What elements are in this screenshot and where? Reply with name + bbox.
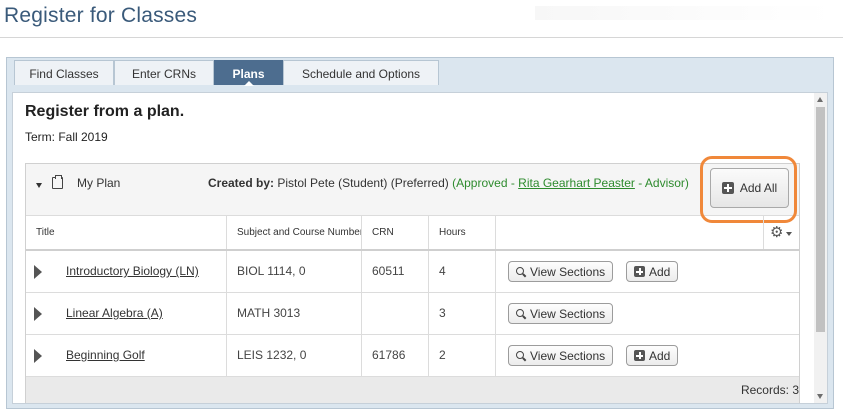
created-by-value: Pistol Pete (Student) (Preferred) (277, 176, 449, 190)
plan-created-by: Created by: Pistol Pete (Student) (Prefe… (208, 176, 689, 190)
section-title: Register from a plan. (25, 103, 185, 120)
column-header-subject[interactable]: Subject and Course Number (227, 216, 362, 250)
plus-icon (634, 266, 645, 277)
column-header-hours[interactable]: Hours (429, 216, 496, 250)
tab-enter-crns[interactable]: Enter CRNs (114, 60, 214, 85)
add-all-label: Add All (739, 181, 778, 195)
cell-hours: 4 (429, 251, 496, 292)
approval-status: (Approved - Rita Gearhart Peaster - Advi… (452, 176, 689, 190)
search-icon (516, 350, 526, 361)
tab-label: Enter CRNs (131, 67, 196, 81)
cell-hours: 3 (429, 293, 496, 334)
term-label: Term: Fall 2019 (25, 130, 108, 144)
column-header-crn[interactable]: CRN (362, 216, 429, 250)
add-button[interactable]: Add (626, 345, 679, 366)
cell-hours: 2 (429, 335, 496, 376)
search-icon (516, 266, 526, 277)
expand-arrow-icon[interactable] (34, 349, 42, 363)
created-by-label: Created by: (208, 176, 275, 190)
records-count: Records: 3 (740, 383, 799, 397)
gear-dropdown-caret-icon[interactable] (786, 232, 792, 236)
advisor-link[interactable]: Rita Gearhart Peaster (518, 176, 635, 190)
registration-panel: Find Classes Enter CRNs Plans Schedule a… (6, 57, 834, 409)
collapse-caret-icon[interactable] (36, 183, 42, 188)
scroll-up-arrow-icon[interactable] (817, 97, 823, 102)
approved-suffix: - Advisor) (638, 176, 689, 190)
tab-label: Plans (232, 67, 265, 81)
tab-schedule-and-options[interactable]: Schedule and Options (283, 60, 439, 85)
add-all-button[interactable]: Add All (710, 168, 789, 208)
plan-name: My Plan (77, 176, 121, 190)
course-title-link[interactable]: Linear Algebra (A) (66, 306, 163, 320)
expand-arrow-icon[interactable] (34, 265, 42, 279)
view-sections-button[interactable]: View Sections (508, 303, 614, 324)
cell-subject: LEIS 1232, 0 (227, 335, 362, 376)
cell-actions: View Sections (496, 293, 799, 334)
view-sections-button[interactable]: View Sections (508, 261, 614, 282)
cell-crn: 61786 (362, 335, 429, 376)
cell-crn (362, 293, 429, 334)
tab-label: Find Classes (29, 67, 99, 81)
scroll-thumb[interactable] (816, 107, 825, 332)
blurred-header-area (535, 6, 835, 20)
plans-content: Register from a plan. Term: Fall 2019 My… (12, 92, 828, 404)
cell-actions: View Sections Add (496, 335, 799, 376)
add-label: Add (649, 264, 671, 279)
cell-actions: View Sections Add (496, 251, 799, 292)
vertical-scrollbar[interactable] (814, 93, 827, 403)
tab-find-classes[interactable]: Find Classes (14, 60, 114, 85)
view-sections-button[interactable]: View Sections (508, 345, 614, 366)
cell-title: Introductory Biology (LN) (26, 251, 227, 292)
course-title-link[interactable]: Introductory Biology (LN) (66, 264, 199, 278)
add-label: Add (649, 348, 671, 363)
search-icon (516, 308, 526, 319)
cell-title: Beginning Golf (26, 335, 227, 376)
plus-icon (634, 350, 645, 361)
tab-label: Schedule and Options (301, 67, 421, 81)
table-row: Linear Algebra (A) MATH 3013 3 View Sect… (26, 293, 799, 335)
approved-prefix: (Approved - (452, 176, 515, 190)
view-sections-label: View Sections (530, 348, 606, 363)
add-all-highlight: Add All (700, 156, 797, 223)
view-sections-label: View Sections (530, 306, 606, 321)
expand-arrow-icon[interactable] (34, 307, 42, 321)
table-row: Introductory Biology (LN) BIOL 1114, 0 6… (26, 251, 799, 293)
cell-subject: MATH 3013 (227, 293, 362, 334)
scroll-down-arrow-icon[interactable] (817, 394, 823, 399)
active-tab-caret-icon (243, 81, 254, 86)
column-header-actions (496, 216, 764, 250)
page-title: Register for Classes (4, 4, 198, 27)
course-title-link[interactable]: Beginning Golf (66, 348, 145, 362)
cell-subject: BIOL 1114, 0 (227, 251, 362, 292)
table-footer: Records: 3 (26, 377, 799, 403)
plan-box: My Plan Created by: Pistol Pete (Student… (25, 156, 800, 403)
view-sections-label: View Sections (530, 264, 606, 279)
tab-plans[interactable]: Plans (214, 60, 283, 86)
table-row: Beginning Golf LEIS 1232, 0 61786 2 View… (26, 335, 799, 377)
plus-icon (721, 182, 734, 194)
clipboard-icon (52, 175, 63, 189)
cell-crn: 60511 (362, 251, 429, 292)
plan-header: My Plan Created by: Pistol Pete (Student… (26, 156, 799, 223)
column-header-title[interactable]: Title (26, 216, 227, 250)
title-divider (0, 37, 843, 38)
cell-title: Linear Algebra (A) (26, 293, 227, 334)
gear-icon[interactable]: ⚙ (770, 224, 783, 240)
add-button[interactable]: Add (626, 261, 679, 282)
